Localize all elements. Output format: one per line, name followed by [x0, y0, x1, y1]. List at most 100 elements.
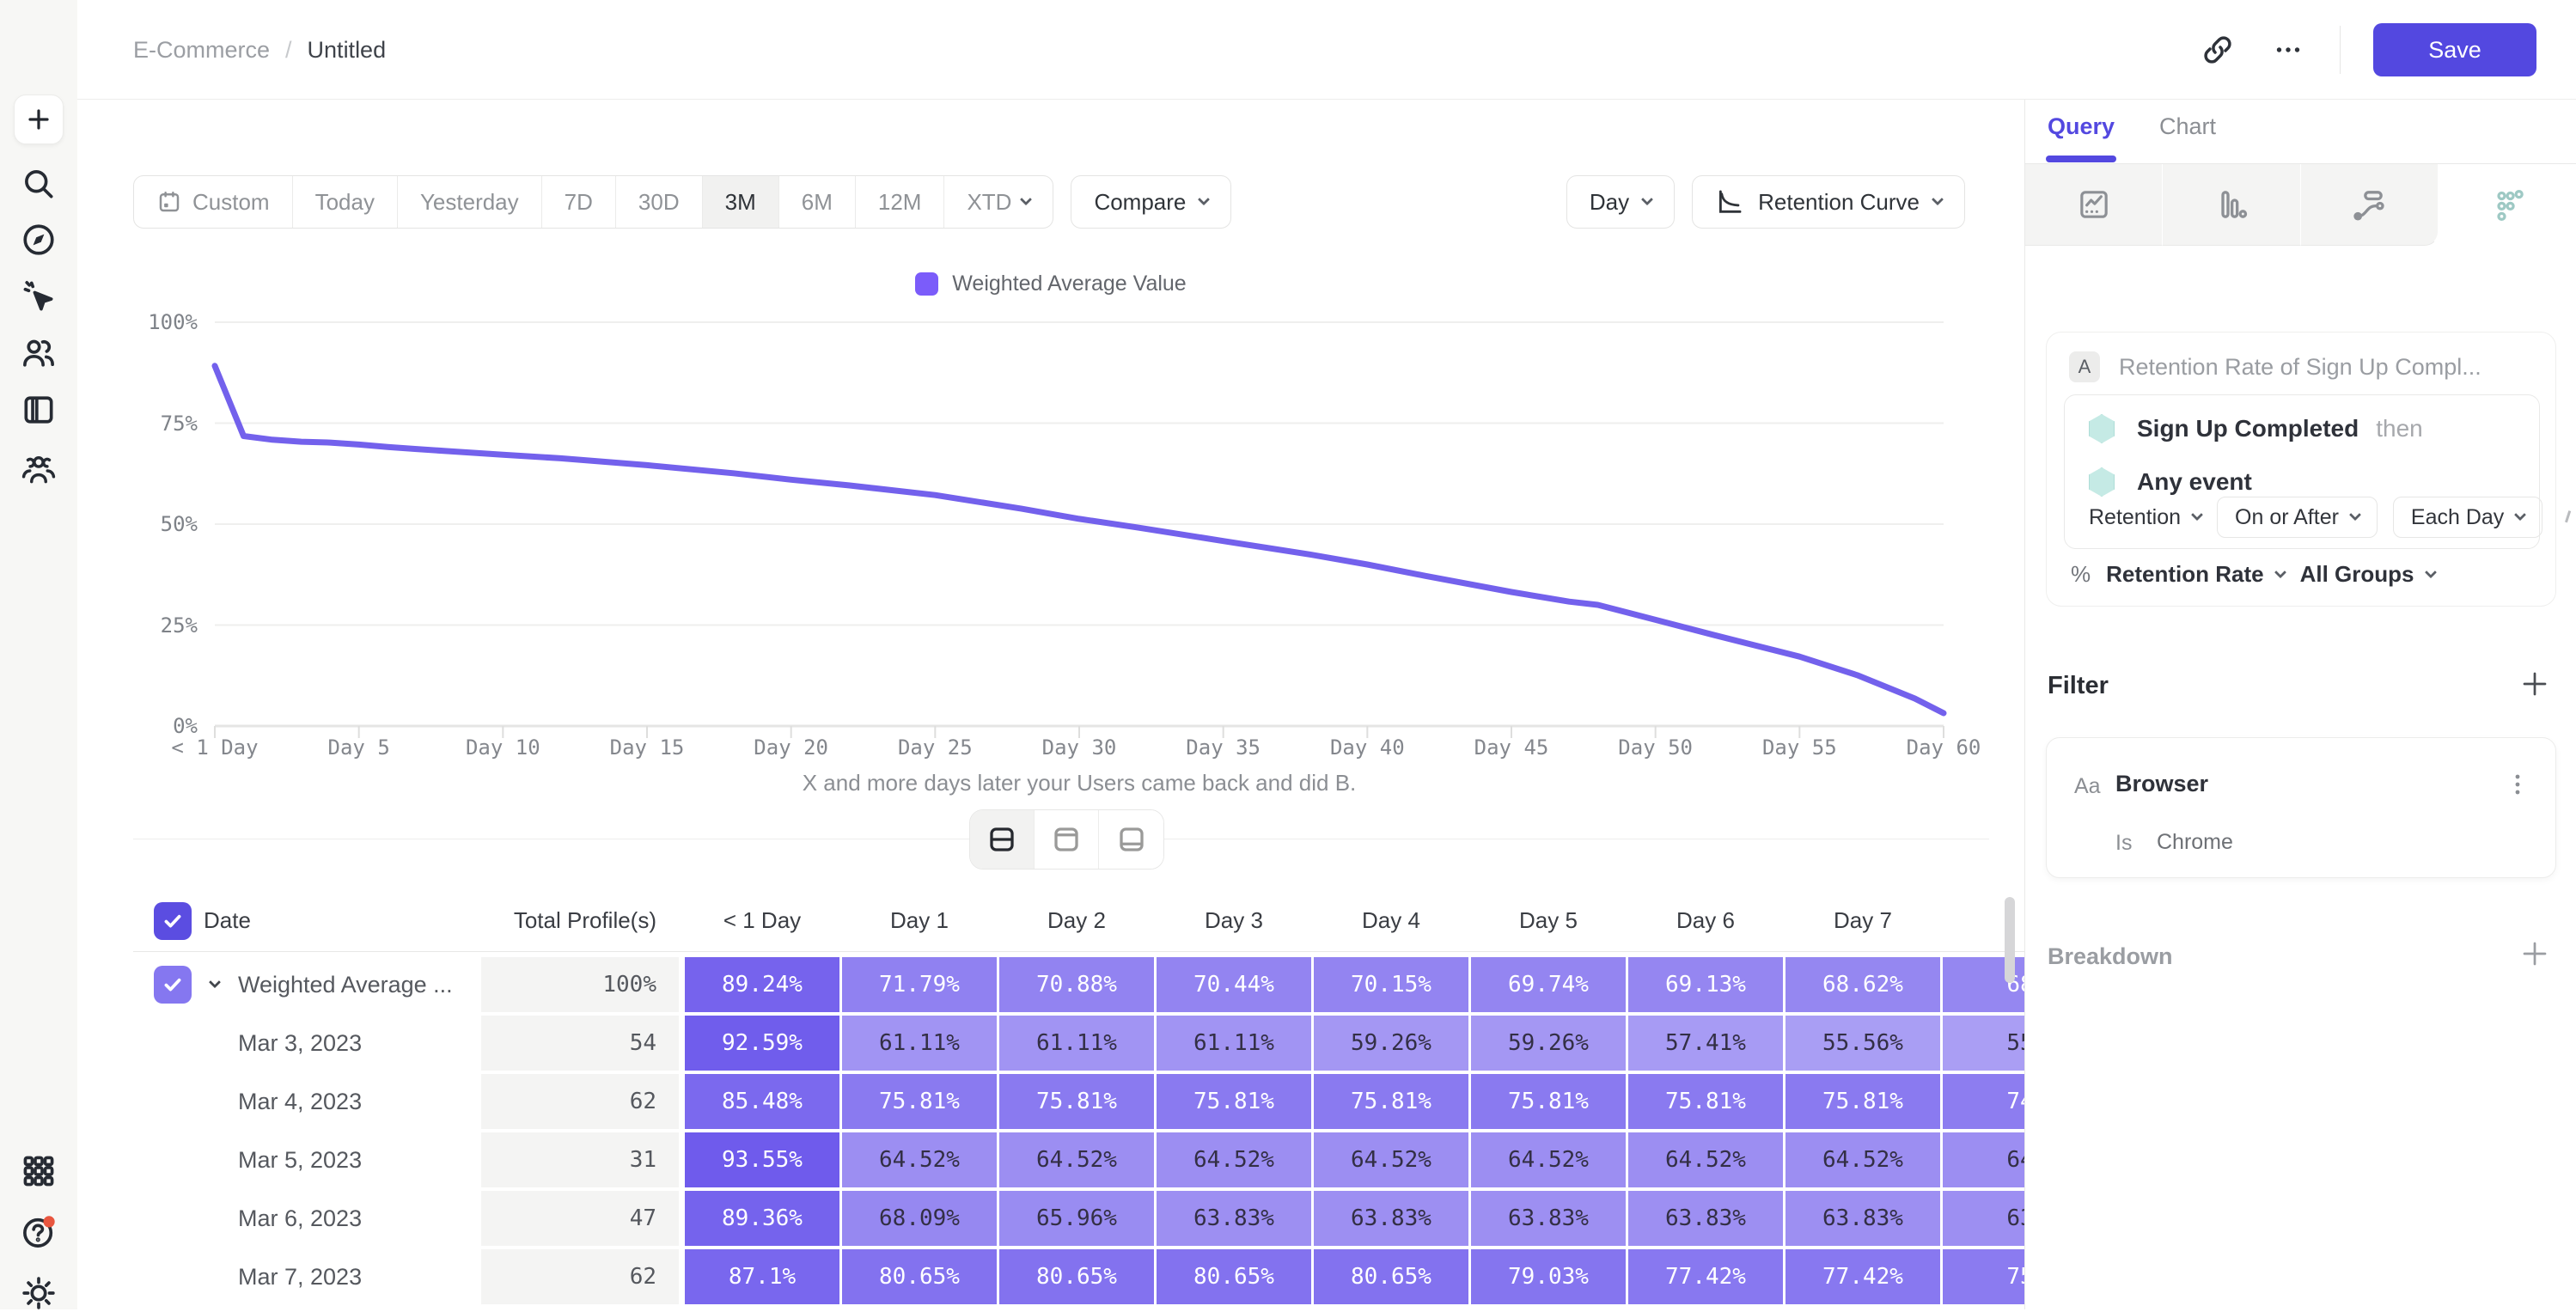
- retention-value-cell[interactable]: 69.74%: [1471, 957, 1626, 1012]
- new-report-button[interactable]: [14, 95, 64, 144]
- groups-dropdown[interactable]: All Groups: [2300, 561, 2435, 588]
- retention-value-cell[interactable]: 85.48%: [685, 1074, 839, 1129]
- retention-value-cell[interactable]: 64: [1943, 1132, 2024, 1187]
- retention-value-cell[interactable]: 64.52%: [1785, 1132, 1940, 1187]
- window-dropdown[interactable]: On or After: [2217, 497, 2378, 538]
- share-link-icon[interactable]: [2199, 31, 2237, 69]
- retention-value-cell[interactable]: 75.81%: [1628, 1074, 1783, 1129]
- retention-value-cell[interactable]: 92.59%: [685, 1016, 839, 1071]
- retention-value-cell[interactable]: 80.65%: [842, 1249, 997, 1304]
- range-7d[interactable]: 7D: [542, 176, 616, 228]
- header-checkbox[interactable]: [154, 902, 192, 940]
- retention-value-cell[interactable]: 87.1%: [685, 1249, 839, 1304]
- magic-cursor-icon[interactable]: [20, 278, 58, 315]
- retention-value-cell[interactable]: 77.42%: [1628, 1249, 1783, 1304]
- layout-split-view-button[interactable]: [970, 810, 1035, 869]
- granularity-button[interactable]: Day: [1566, 175, 1675, 229]
- range-12m[interactable]: 12M: [856, 176, 945, 228]
- breadcrumb-workspace[interactable]: E-Commerce: [133, 37, 270, 64]
- retention-value-cell[interactable]: 61.11%: [1157, 1016, 1311, 1071]
- retention-value-cell[interactable]: 64.52%: [1314, 1132, 1468, 1187]
- retention-value-cell[interactable]: 57.41%: [1628, 1016, 1783, 1071]
- retention-value-cell[interactable]: 63.83%: [1471, 1191, 1626, 1246]
- retention-value-cell[interactable]: 75: [1943, 1249, 2024, 1304]
- retention-value-cell[interactable]: 70.44%: [1157, 957, 1311, 1012]
- retention-mode-dropdown[interactable]: Retention: [2089, 497, 2201, 538]
- retention-value-cell[interactable]: 64.52%: [1157, 1132, 1311, 1187]
- event-step-a[interactable]: Sign Up Completed then: [2089, 414, 2423, 443]
- filter-kebab-icon[interactable]: [2502, 769, 2533, 800]
- more-options-icon[interactable]: [2269, 31, 2307, 69]
- query-title[interactable]: Retention Rate of Sign Up Compl...: [2119, 354, 2481, 381]
- retention-value-cell[interactable]: 89.24%: [685, 957, 839, 1012]
- retention-value-cell[interactable]: 80.65%: [999, 1249, 1154, 1304]
- retention-value-cell[interactable]: 59.26%: [1314, 1016, 1468, 1071]
- retention-value-cell[interactable]: 63: [1943, 1191, 2024, 1246]
- compare-button[interactable]: Compare: [1071, 175, 1231, 229]
- gear-icon[interactable]: [20, 1274, 58, 1312]
- row-checkbox[interactable]: [154, 966, 192, 1004]
- retention-value-cell[interactable]: 75.81%: [1157, 1074, 1311, 1129]
- retention-value-cell[interactable]: 80.65%: [1157, 1249, 1311, 1304]
- view-tab-dot-grid[interactable]: [2439, 164, 2576, 246]
- retention-value-cell[interactable]: 63.83%: [1785, 1191, 1940, 1246]
- filter-field[interactable]: Browser: [2115, 771, 2208, 797]
- retention-value-cell[interactable]: 55: [1943, 1016, 2024, 1071]
- save-button[interactable]: Save: [2373, 23, 2536, 76]
- retention-value-cell[interactable]: 75.81%: [1785, 1074, 1940, 1129]
- tab-query[interactable]: Query: [2048, 113, 2115, 140]
- retention-value-cell[interactable]: 63.83%: [1628, 1191, 1783, 1246]
- compass-icon[interactable]: [20, 221, 58, 259]
- audience-icon[interactable]: [20, 450, 58, 488]
- retention-value-cell[interactable]: 75.81%: [842, 1074, 997, 1129]
- retention-value-cell[interactable]: 74: [1943, 1074, 2024, 1129]
- search-icon[interactable]: [20, 165, 58, 203]
- retention-value-cell[interactable]: 93.55%: [685, 1132, 839, 1187]
- view-tab-flow[interactable]: [2301, 164, 2439, 246]
- view-tab-line-chart[interactable]: [2025, 164, 2163, 246]
- retention-value-cell[interactable]: 68.09%: [842, 1191, 997, 1246]
- retention-value-cell[interactable]: 75.81%: [1471, 1074, 1626, 1129]
- breadcrumb-report-title[interactable]: Untitled: [308, 37, 387, 64]
- retention-value-cell[interactable]: 64.52%: [1471, 1132, 1626, 1187]
- retention-value-cell[interactable]: 70.15%: [1314, 957, 1468, 1012]
- truncated-control[interactable]: [2565, 510, 2575, 524]
- range-30d[interactable]: 30D: [616, 176, 703, 228]
- range-3m[interactable]: 3M: [703, 176, 779, 228]
- retention-value-cell[interactable]: 70.88%: [999, 957, 1154, 1012]
- event-step-b[interactable]: Any event: [2089, 467, 2252, 497]
- measure-dropdown[interactable]: Retention Rate: [2106, 561, 2284, 588]
- chart-type-button[interactable]: Retention Curve: [1692, 175, 1965, 229]
- retention-value-cell[interactable]: 89.36%: [685, 1191, 839, 1246]
- layout-chart-only-top-button[interactable]: [1035, 810, 1099, 869]
- tab-chart[interactable]: Chart: [2159, 113, 2216, 140]
- range-yesterday[interactable]: Yesterday: [398, 176, 542, 228]
- retention-value-cell[interactable]: 64.52%: [842, 1132, 997, 1187]
- retention-value-cell[interactable]: 79.03%: [1471, 1249, 1626, 1304]
- help-icon[interactable]: [20, 1213, 58, 1251]
- range-custom[interactable]: Custom: [134, 176, 293, 228]
- panel-icon[interactable]: [20, 391, 58, 429]
- retention-value-cell[interactable]: 77.42%: [1785, 1249, 1940, 1304]
- retention-value-cell[interactable]: 75.81%: [1314, 1074, 1468, 1129]
- retention-value-cell[interactable]: 68.62%: [1785, 957, 1940, 1012]
- layout-table-only-bottom-button[interactable]: [1099, 810, 1163, 869]
- retention-value-cell[interactable]: 75.81%: [999, 1074, 1154, 1129]
- view-tab-bar-chart[interactable]: [2163, 164, 2300, 246]
- retention-value-cell[interactable]: 71.79%: [842, 957, 997, 1012]
- retention-value-cell[interactable]: 64.52%: [1628, 1132, 1783, 1187]
- users-icon[interactable]: [20, 334, 58, 372]
- interval-dropdown[interactable]: Each Day: [2393, 497, 2542, 538]
- add-breakdown-icon[interactable]: [2519, 938, 2550, 969]
- expand-chevron-icon[interactable]: [204, 980, 226, 989]
- retention-value-cell[interactable]: 80.65%: [1314, 1249, 1468, 1304]
- range-xtd[interactable]: XTD: [944, 176, 1053, 228]
- range-6m[interactable]: 6M: [779, 176, 856, 228]
- retention-value-cell[interactable]: 63.83%: [1314, 1191, 1468, 1246]
- retention-value-cell[interactable]: 63.83%: [1157, 1191, 1311, 1246]
- range-today[interactable]: Today: [293, 176, 398, 228]
- filter-operator[interactable]: Is: [2115, 831, 2132, 856]
- filter-value[interactable]: Chrome: [2157, 830, 2233, 855]
- retention-value-cell[interactable]: 59.26%: [1471, 1016, 1626, 1071]
- add-filter-icon[interactable]: [2519, 668, 2550, 699]
